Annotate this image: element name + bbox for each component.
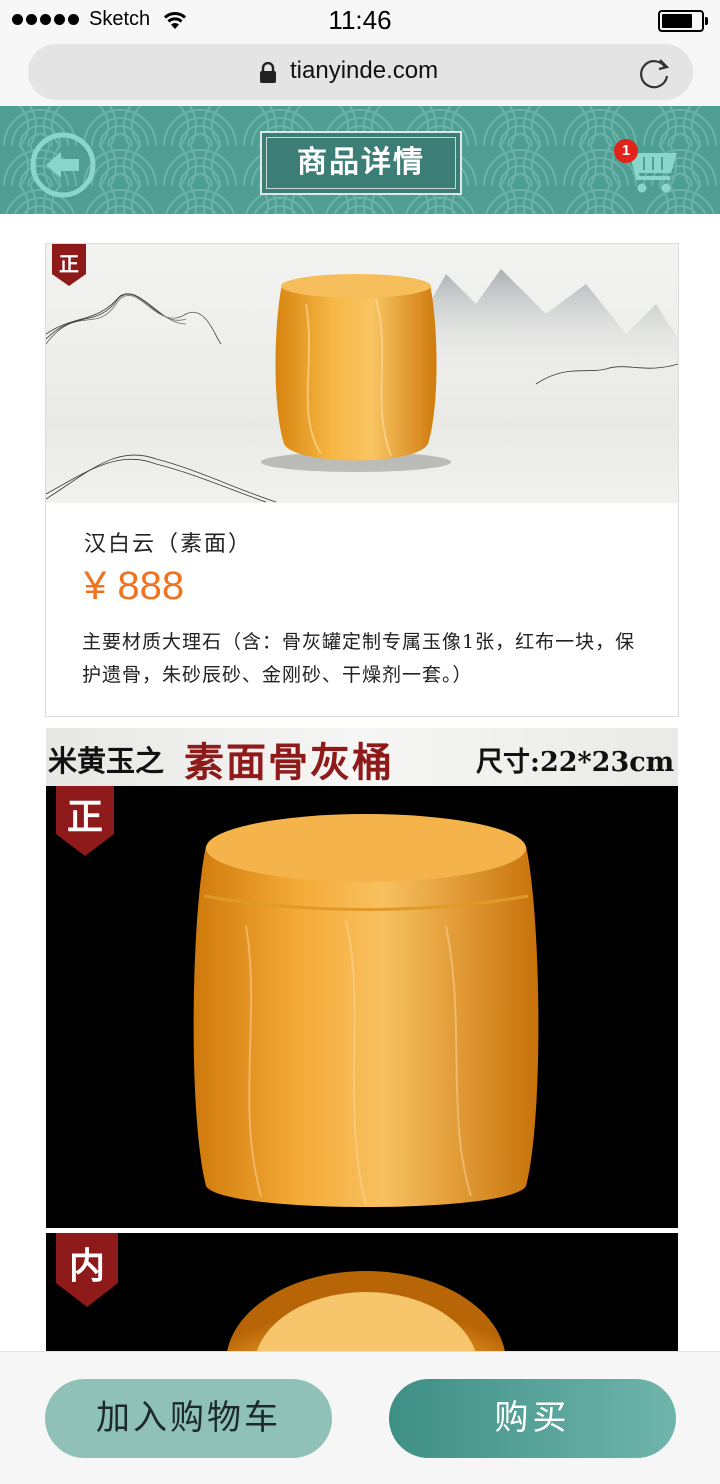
bottom-action-bar: 加入购物车 购买 bbox=[0, 1351, 720, 1484]
product-hero-image: 正 bbox=[46, 244, 678, 503]
page-title-frame: 商品详情 bbox=[260, 131, 462, 195]
detail-banner-header: 米黄玉之 素面骨灰桶 尺寸:22*23cm bbox=[46, 728, 678, 786]
product-card[interactable]: 正 汉白云（素面） ¥ 888 主要材质大理石（含：骨灰罐定制专属玉像1张，红布… bbox=[45, 243, 679, 717]
product-description: 主要材质大理石（含：骨灰罐定制专属玉像1张，红布一块，保护遗骨，朱砂辰砂、金刚砂… bbox=[82, 631, 636, 686]
front-tag-large-label: 正 bbox=[66, 796, 103, 838]
banner-title: 素面骨灰桶 bbox=[184, 739, 394, 786]
page-title: 商品详情 bbox=[297, 145, 425, 180]
detail-photo-front: 正 bbox=[46, 786, 678, 1228]
back-arrow-icon[interactable] bbox=[30, 132, 96, 198]
browser-address-area: tianyinde.com bbox=[0, 42, 720, 106]
lock-icon bbox=[260, 62, 276, 83]
add-to-cart-button[interactable]: 加入购物车 bbox=[45, 1379, 332, 1458]
status-time: 11:46 bbox=[328, 5, 392, 35]
url-text: tianyinde.com bbox=[290, 57, 439, 84]
banner-prefix: 米黄玉之 bbox=[48, 744, 165, 778]
page-header: 商品详情 1 bbox=[0, 106, 720, 214]
status-bar: Sketch 11:46 bbox=[0, 0, 720, 42]
address-bar[interactable]: tianyinde.com bbox=[28, 44, 693, 100]
reload-icon[interactable] bbox=[636, 56, 672, 92]
product-price: ¥ 888 bbox=[84, 564, 185, 608]
buy-button[interactable]: 购买 bbox=[389, 1379, 676, 1458]
detail-photo-inner: 内 bbox=[46, 1233, 678, 1353]
banner-size: 尺寸:22*23cm bbox=[476, 747, 675, 778]
landscape-product-illustration bbox=[46, 269, 678, 503]
front-view-tag-label: 正 bbox=[59, 252, 79, 276]
battery-icon bbox=[658, 10, 708, 32]
product-name: 汉白云（素面） bbox=[84, 532, 253, 557]
cart-count-badge: 1 bbox=[614, 139, 638, 163]
jar-front-photo bbox=[193, 814, 539, 1207]
jar-inner-photo bbox=[226, 1271, 506, 1353]
inner-tag-label: 内 bbox=[68, 1245, 105, 1287]
